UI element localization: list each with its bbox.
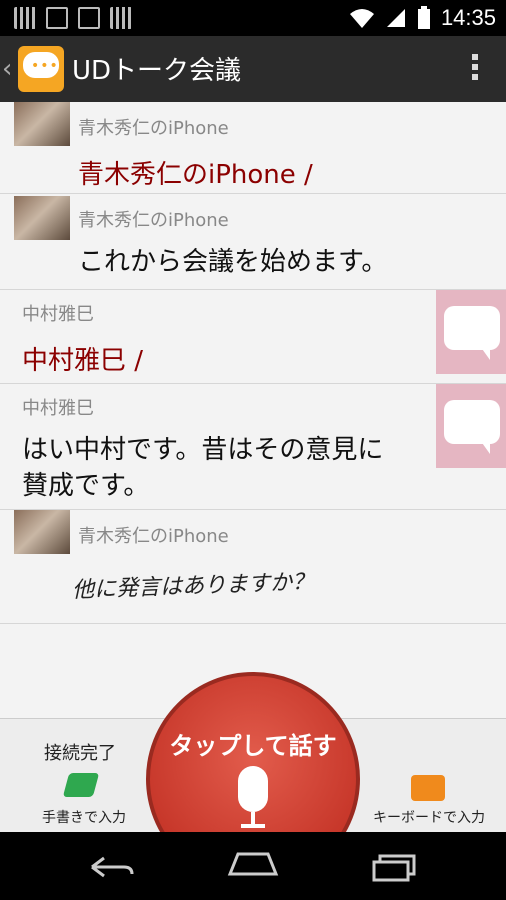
sender-name: 中村雅巳 — [22, 304, 94, 325]
keyboard-input-button[interactable]: キーボードで入力 — [356, 769, 506, 833]
list-item: 中村雅巳 中村雅巳 / — [0, 290, 506, 384]
chevron-left-icon[interactable]: ‹ — [2, 54, 12, 84]
action-bar: ‹ ••• UDトーク会議 — [0, 36, 506, 102]
battery-icon — [417, 6, 430, 29]
list-item: 青木秀仁のiPhone これから会議を始めます。 — [0, 194, 506, 290]
keyboard-input-label: キーボードで入力 — [373, 810, 485, 826]
speech-bubble-icon[interactable] — [436, 384, 506, 468]
notification-bars-icon — [14, 7, 36, 29]
home-icon[interactable] — [226, 850, 280, 878]
sender-name: 中村雅巳 — [22, 398, 94, 419]
sender-name: 青木秀仁のiPhone — [78, 526, 229, 547]
list-item: 青木秀仁のiPhone 他に発言はありますか？ — [0, 510, 506, 624]
back-icon[interactable] — [86, 852, 136, 882]
keyboard-icon — [411, 775, 445, 801]
message-text-line-1: はい中村です。昔はその意見に — [22, 435, 384, 465]
overflow-menu-icon[interactable] — [472, 54, 478, 80]
app-logo-icon[interactable]: ••• — [18, 46, 64, 92]
recent-apps-icon[interactable] — [370, 852, 420, 882]
image-notification-icon — [46, 7, 68, 29]
notification-bars-icon-2 — [110, 7, 132, 29]
connection-status: 接続完了 — [44, 743, 116, 764]
microphone-icon — [238, 766, 268, 812]
avatar — [14, 196, 70, 240]
google-plus-icon — [78, 7, 100, 29]
message-text: これから会議を始めます。 — [78, 247, 388, 277]
message-text-line-2: 賛成です。 — [22, 471, 150, 501]
page-title: UDトーク会議 — [72, 56, 242, 86]
wifi-icon — [349, 9, 374, 28]
handwriting-input-label: 手書きで入力 — [42, 810, 126, 826]
message-text: 中村雅巳 / — [22, 346, 144, 376]
navigation-bar — [0, 832, 506, 900]
message-text: 青木秀仁のiPhone / — [78, 160, 313, 190]
sender-name: 青木秀仁のiPhone — [78, 118, 229, 139]
handwriting-input-button[interactable]: 手書きで入力 — [0, 769, 150, 833]
handwriting-message: 他に発言はありますか？ — [71, 569, 315, 604]
pen-icon — [62, 773, 100, 797]
clock: 14:35 — [440, 5, 496, 30]
speech-bubble-icon[interactable] — [436, 290, 506, 374]
list-item: 中村雅巳 はい中村です。昔はその意見に 賛成です。 — [0, 384, 506, 510]
tap-to-talk-label: タップして話す — [169, 732, 337, 760]
signal-icon — [386, 9, 405, 27]
status-bar: 14:35 — [0, 0, 506, 36]
avatar — [14, 102, 70, 146]
message-list[interactable]: 青木秀仁のiPhone 青木秀仁のiPhone / 青木秀仁のiPhone これ… — [0, 102, 506, 718]
list-item: 青木秀仁のiPhone 青木秀仁のiPhone / — [0, 102, 506, 194]
sender-name: 青木秀仁のiPhone — [78, 210, 229, 231]
avatar — [14, 510, 70, 554]
